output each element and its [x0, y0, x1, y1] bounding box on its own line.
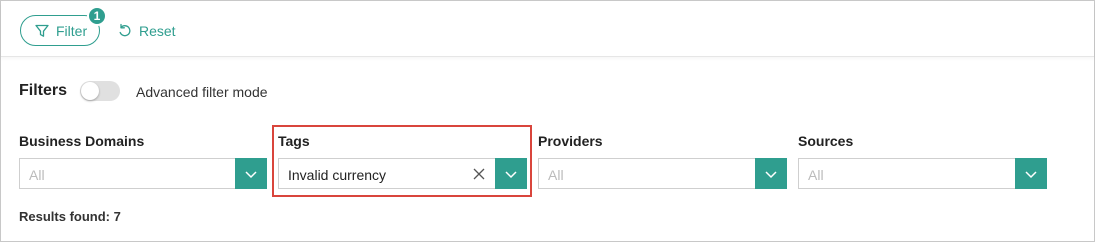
business-domains-placeholder: All — [29, 167, 45, 183]
providers-select[interactable]: All — [538, 158, 787, 189]
tags-select[interactable]: Invalid currency — [278, 158, 527, 189]
filter-panel: Filter 1 Reset Filters Advanced filter m… — [0, 0, 1095, 242]
chevron-down-icon — [1025, 170, 1037, 178]
advanced-filter-toggle[interactable] — [80, 81, 120, 101]
toolbar: Filter 1 Reset — [1, 1, 1094, 57]
sources-select[interactable]: All — [798, 158, 1047, 189]
chevron-down-icon — [765, 170, 777, 178]
tags-selected-value: Invalid currency — [288, 167, 387, 183]
reset-button-label: Reset — [139, 23, 176, 39]
funnel-icon — [35, 24, 49, 37]
filters-heading: Filters — [19, 82, 68, 99]
filter-group-tags: Tags Invalid currency — [278, 133, 527, 189]
results-count: Results found: 7 — [19, 209, 121, 224]
business-domains-dropdown-button[interactable] — [235, 158, 267, 189]
tags-dropdown-button[interactable] — [495, 158, 527, 189]
active-filter-count-badge: 1 — [87, 6, 107, 26]
sources-label: Sources — [798, 133, 854, 149]
undo-icon — [119, 23, 131, 37]
business-domains-select[interactable]: All — [19, 158, 267, 189]
reset-button[interactable]: Reset — [117, 20, 176, 42]
business-domains-label: Business Domains — [19, 133, 145, 149]
advanced-filter-label: Advanced filter mode — [136, 84, 268, 100]
providers-label: Providers — [538, 133, 603, 149]
filter-button-label: Filter — [56, 22, 88, 39]
sources-dropdown-button[interactable] — [1015, 158, 1047, 189]
chevron-down-icon — [245, 170, 257, 178]
chevron-down-icon — [505, 170, 517, 178]
toggle-knob — [81, 82, 99, 100]
providers-dropdown-button[interactable] — [755, 158, 787, 189]
filter-group-business-domains: Business Domains All — [19, 133, 267, 189]
filter-group-sources: Sources All — [798, 133, 1047, 189]
sources-placeholder: All — [808, 167, 824, 183]
providers-placeholder: All — [548, 167, 564, 183]
tags-label: Tags — [278, 133, 310, 149]
clear-icon[interactable] — [472, 167, 486, 181]
filter-group-providers: Providers All — [538, 133, 787, 189]
